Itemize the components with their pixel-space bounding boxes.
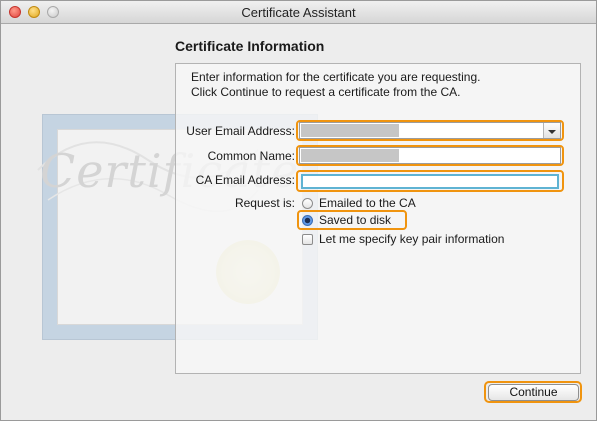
saved-to-disk-highlight bbox=[297, 210, 407, 230]
title-bar: Certificate Assistant bbox=[1, 1, 596, 24]
emailed-to-ca-radio[interactable] bbox=[302, 198, 313, 209]
window-title: Certificate Assistant bbox=[241, 5, 356, 20]
page-title: Certificate Information bbox=[175, 38, 325, 54]
intro-line-2: Click Continue to request a certificate … bbox=[191, 85, 461, 99]
key-pair-checkbox[interactable] bbox=[302, 234, 313, 245]
continue-button-highlight bbox=[484, 381, 582, 403]
key-pair-label[interactable]: Let me specify key pair information bbox=[319, 232, 504, 246]
user-email-label: User Email Address: bbox=[186, 124, 295, 138]
common-name-label: Common Name: bbox=[207, 149, 295, 163]
request-is-label: Request is: bbox=[234, 196, 295, 210]
intro-line-1: Enter information for the certificate yo… bbox=[191, 70, 481, 84]
ca-email-highlight bbox=[296, 170, 564, 192]
emailed-to-ca-label[interactable]: Emailed to the CA bbox=[319, 196, 416, 210]
common-name-highlight bbox=[296, 145, 564, 166]
user-email-highlight bbox=[296, 120, 564, 141]
ca-email-label: CA Email Address: bbox=[195, 173, 295, 187]
intro-text: Enter information for the certificate yo… bbox=[191, 70, 480, 100]
